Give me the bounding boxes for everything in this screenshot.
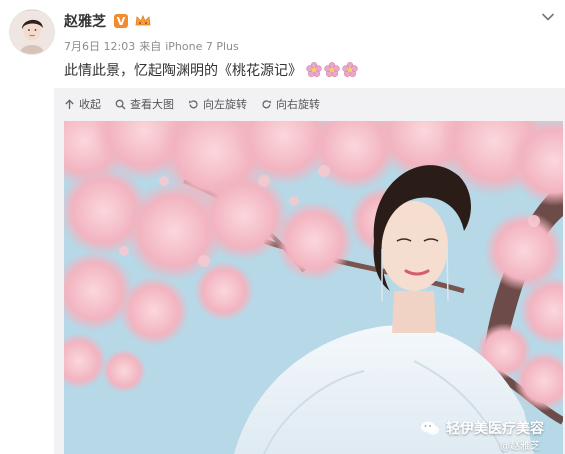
magnifier-icon bbox=[115, 99, 126, 109]
wechat-logo-icon bbox=[421, 421, 439, 435]
watermark: 轻伊美医疗美容 bbox=[420, 418, 544, 438]
avatar[interactable] bbox=[10, 10, 54, 54]
collapse-label: 收起 bbox=[79, 98, 101, 111]
chevron-down-icon[interactable] bbox=[541, 10, 555, 24]
weibo-post: 赵雅芝 V 7月6日 12:03 来自 iPhone 7 Plus 此情此景，忆起陶… bbox=[0, 0, 565, 454]
post-text: 此情此景，忆起陶渊明的《桃花源记》 bbox=[64, 60, 358, 80]
flower-emoji-icon bbox=[306, 62, 322, 78]
view-large-button[interactable]: 查看大图 bbox=[115, 96, 174, 112]
flower-emoji-icon bbox=[324, 62, 340, 78]
collapse-button[interactable]: 收起 bbox=[64, 96, 101, 112]
flower-emoji-icon bbox=[342, 62, 358, 78]
source-prefix: 来自 bbox=[139, 40, 162, 53]
arrow-up-icon bbox=[65, 98, 74, 109]
media-toolbar: 收起 查看大图 向左旋转 向右旋转 bbox=[64, 96, 320, 112]
user-header: 赵雅芝 V bbox=[64, 10, 152, 32]
rotate-right-label: 向右旋转 bbox=[276, 98, 320, 111]
blossom-portrait-image bbox=[64, 121, 563, 454]
post-date[interactable]: 7月6日 12:03 bbox=[64, 40, 135, 53]
emoji-group bbox=[306, 62, 358, 78]
post-meta: 7月6日 12:03 来自 iPhone 7 Plus bbox=[64, 38, 243, 54]
rotate-left-label: 向左旋转 bbox=[203, 98, 247, 111]
post-photo[interactable] bbox=[64, 121, 563, 454]
view-large-label: 查看大图 bbox=[130, 98, 174, 111]
rotate-left-icon bbox=[189, 99, 198, 108]
vip-crown-icon bbox=[135, 14, 151, 26]
user-name[interactable]: 赵雅芝 bbox=[64, 11, 106, 31]
watermark-handle: @赵雅芝 bbox=[500, 441, 540, 452]
verified-badge-icon: V bbox=[114, 14, 128, 28]
rotate-right-button[interactable]: 向右旋转 bbox=[261, 96, 320, 112]
rotate-right-icon bbox=[262, 99, 271, 108]
rotate-left-button[interactable]: 向左旋转 bbox=[188, 96, 247, 112]
post-body: 此情此景，忆起陶渊明的《桃花源记》 bbox=[64, 63, 302, 79]
watermark-brand: 轻伊美医疗美容 bbox=[446, 421, 544, 437]
source-device[interactable]: iPhone 7 Plus bbox=[165, 40, 239, 53]
